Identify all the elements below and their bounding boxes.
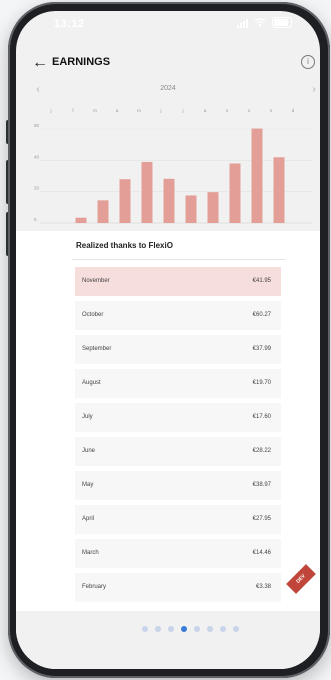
earnings-amount: €37.99 [252, 346, 271, 352]
earnings-month: March [82, 550, 99, 556]
bottom-area [16, 611, 320, 669]
status-bar: 13:12 [16, 11, 320, 39]
page-dot[interactable] [168, 626, 174, 632]
earnings-amount: €27.95 [252, 516, 271, 522]
earnings-row[interactable]: September €37.99 [75, 335, 281, 364]
page-indicator [142, 626, 239, 632]
earnings-row[interactable]: August €19.70 [75, 369, 281, 398]
earnings-chart: ‹ 2024 › 0 20 40 60 j f m a m j j a s o n d [16, 83, 320, 231]
chart-bar[interactable] [185, 195, 197, 223]
app-header: ← EARNINGS i [16, 53, 320, 81]
earnings-row[interactable]: June €28.22 [75, 437, 281, 466]
x-tick-label: o [248, 108, 251, 113]
x-tick-label: s [226, 108, 229, 113]
y-tick-label: 20 [34, 186, 40, 191]
earnings-amount: €28.22 [252, 448, 271, 454]
section-divider [72, 259, 286, 260]
earnings-row[interactable]: May €38.97 [75, 471, 281, 500]
x-tick-label: j [182, 108, 184, 113]
earnings-panel: Realized thanks to FlexiO November €41.95… [16, 231, 320, 611]
battery-icon [272, 17, 292, 28]
chart-bar[interactable] [119, 179, 131, 223]
chart-bar[interactable] [251, 128, 263, 223]
earnings-amount: €14.46 [252, 550, 271, 556]
page-dot[interactable] [207, 626, 213, 632]
chart-bar[interactable] [75, 217, 87, 223]
page-dot[interactable] [155, 626, 161, 632]
page-dot[interactable] [181, 626, 187, 632]
page-dot[interactable] [233, 626, 239, 632]
page-dot[interactable] [220, 626, 226, 632]
x-tick-label: m [93, 108, 97, 113]
x-tick-label: d [292, 108, 295, 113]
chart-bar[interactable] [207, 192, 219, 223]
phone-screen: 13:12 ← EARNINGS i ‹ 2024 › 0 20 40 60 j f m a m… [16, 11, 320, 669]
status-time: 13:12 [54, 18, 85, 30]
info-circle-icon[interactable]: i [301, 55, 315, 69]
chart-bar[interactable] [229, 163, 241, 223]
earnings-month: September [82, 346, 112, 352]
x-tick-label: a [204, 108, 207, 113]
earnings-row[interactable]: July €17.60 [75, 403, 281, 432]
chart-bar[interactable] [273, 157, 285, 223]
earnings-amount: €17.60 [252, 414, 271, 420]
earnings-row[interactable]: October €60.27 [75, 301, 281, 330]
earnings-amount: €38.97 [252, 482, 271, 488]
earnings-month: February [82, 584, 107, 590]
earnings-month: October [82, 312, 104, 318]
earnings-row[interactable]: February €3.38 [75, 573, 281, 602]
chart-bar[interactable] [141, 161, 153, 223]
x-tick-label: f [72, 108, 74, 113]
y-tick-label: 0 [34, 217, 37, 222]
earnings-amount: €60.27 [252, 312, 271, 318]
arrow-left-icon[interactable]: ← [32, 53, 48, 73]
x-tick-label: m [137, 108, 141, 113]
chart-bar[interactable] [97, 200, 109, 223]
earnings-amount: €41.95 [252, 278, 271, 284]
wifi-icon [254, 18, 266, 27]
earnings-row[interactable]: November €41.95 [75, 267, 281, 296]
page-dot[interactable] [142, 626, 148, 632]
section-title: Realized thanks to FlexiO [76, 241, 173, 250]
y-tick-label: 40 [34, 154, 40, 159]
earnings-amount: €19.70 [252, 380, 271, 386]
chart-bar[interactable] [163, 178, 175, 223]
earnings-row[interactable]: March €14.46 [75, 539, 281, 568]
bar-chart-svg: 0 20 40 60 j f m a m j j a s o n d [34, 108, 312, 224]
earnings-month: May [82, 482, 94, 488]
x-tick-label: n [270, 108, 273, 113]
x-tick-label: j [160, 108, 162, 113]
x-tick-label: j [50, 108, 52, 113]
signal-icon [237, 18, 248, 28]
x-tick-label: a [116, 108, 119, 113]
earnings-month: June [82, 448, 96, 454]
earnings-list: November €41.95 October €60.27 September €37.… [75, 267, 281, 607]
earnings-month: April [82, 516, 95, 522]
device-background: 13:12 ← EARNINGS i ‹ 2024 › 0 20 40 60 j f m a m… [0, 0, 331, 680]
earnings-month: August [82, 380, 101, 386]
earnings-amount: €3.38 [255, 584, 271, 590]
y-tick-label: 60 [34, 123, 40, 128]
page-title: EARNINGS [52, 56, 111, 68]
page-dot[interactable] [194, 626, 200, 632]
status-icons [237, 17, 292, 28]
earnings-month: July [82, 414, 93, 420]
earnings-row[interactable]: April €27.95 [75, 505, 281, 534]
earnings-month: November [82, 278, 110, 284]
